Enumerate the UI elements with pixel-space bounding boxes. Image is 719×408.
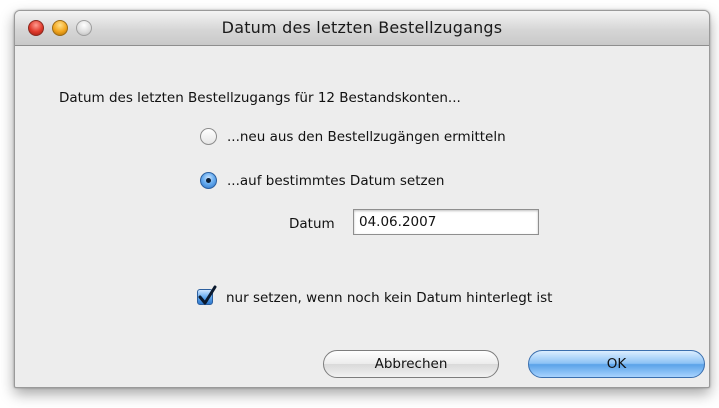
- checkmark-icon: [198, 285, 217, 305]
- date-field[interactable]: 04.06.2007: [353, 209, 539, 235]
- window-title: Datum des letzten Bestellzugangs: [221, 18, 503, 37]
- dialog-prompt: Datum des letzten Bestellzugangs für 12 …: [59, 90, 461, 106]
- only-if-empty-label[interactable]: nur setzen, wenn noch kein Datum hinterl…: [226, 290, 552, 306]
- radio-set-date[interactable]: [200, 172, 217, 189]
- radio-recalculate[interactable]: [200, 128, 217, 145]
- only-if-empty-checkbox[interactable]: [197, 285, 217, 305]
- title-bar[interactable]: Datum des letzten Bestellzugangs: [15, 11, 709, 46]
- dialog-window: Datum des letzten Bestellzugangs Datum d…: [14, 10, 710, 388]
- ok-button[interactable]: OK: [528, 350, 705, 378]
- date-label: Datum: [289, 216, 335, 232]
- radio-set-date-label[interactable]: ...auf bestimmtes Datum setzen: [227, 173, 444, 189]
- cancel-button[interactable]: Abbrechen: [323, 350, 499, 378]
- radio-recalculate-label[interactable]: ...neu aus den Bestellzugängen ermitteln: [227, 129, 506, 145]
